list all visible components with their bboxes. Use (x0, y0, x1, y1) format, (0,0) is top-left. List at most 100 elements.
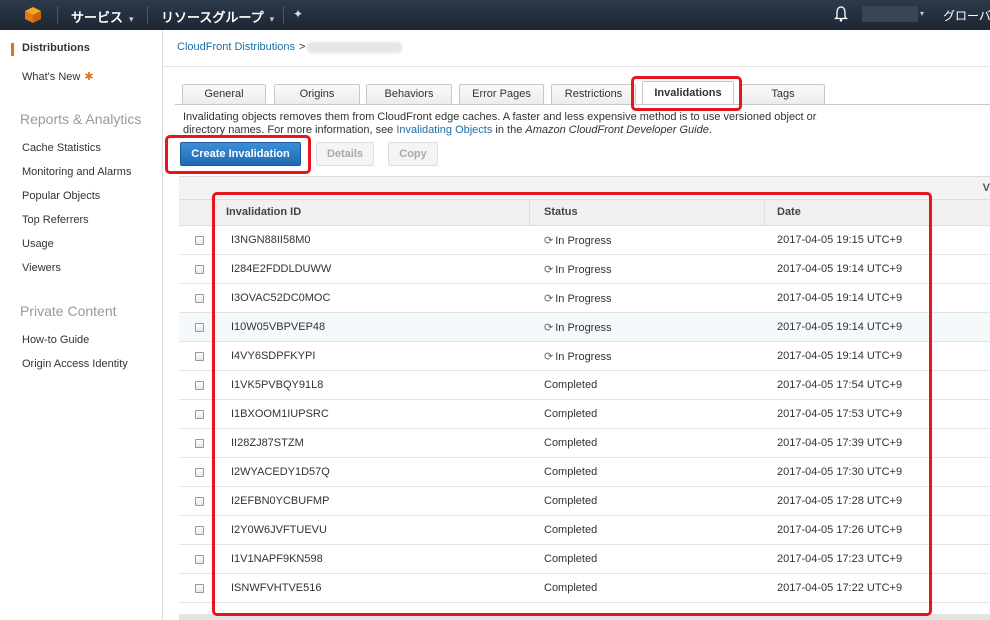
row-checkbox[interactable] (195, 323, 204, 332)
sidebar-item-usage[interactable]: Usage (22, 238, 54, 250)
date-cell: 2017-04-05 19:15 UTC+9 (777, 234, 903, 246)
row-checkbox[interactable] (195, 555, 204, 564)
sidebar-item-whats-new[interactable]: What's New ✱ (22, 70, 94, 83)
date-cell: 2017-04-05 17:54 UTC+9 (777, 379, 903, 391)
sidebar-item-how-to-guide[interactable]: How-to Guide (22, 334, 89, 346)
status-cell: ⟳ In Progress (544, 234, 611, 247)
breadcrumb-root-link[interactable]: CloudFront Distributions (177, 41, 295, 53)
invalidation-id[interactable]: I2EFBN0YCBUFMP (231, 495, 329, 507)
sidebar: Distributions What's New ✱ Reports & Anal… (0, 30, 163, 620)
tab-general[interactable]: General (182, 84, 266, 104)
services-label: サービス (71, 10, 124, 25)
new-star-icon: ✱ (84, 71, 94, 83)
services-menu[interactable]: サービス ▾ (71, 7, 134, 26)
row-checkbox[interactable] (195, 526, 204, 535)
column-header-invalidation-id[interactable]: Invalidation ID (226, 206, 301, 218)
column-header-date[interactable]: Date (777, 206, 801, 218)
row-checkbox[interactable] (195, 468, 204, 477)
aws-logo-icon[interactable] (24, 6, 42, 24)
nav-divider (147, 6, 148, 24)
status-text: Completed (544, 553, 598, 565)
invalidation-id[interactable]: I2Y0W6JVFTUEVU (231, 524, 327, 536)
sidebar-item-viewers[interactable]: Viewers (22, 262, 61, 274)
status-cell: Completed (544, 379, 597, 391)
sidebar-item-monitoring-alarms[interactable]: Monitoring and Alarms (22, 166, 131, 178)
sidebar-item-distributions[interactable]: Distributions (22, 42, 90, 54)
account-menu[interactable] (862, 6, 918, 22)
row-checkbox[interactable] (195, 410, 204, 419)
invalidation-id[interactable]: I1V1NAPF9KN598 (231, 553, 323, 565)
chevron-down-icon[interactable]: ▾ (920, 9, 924, 18)
tab-error-pages[interactable]: Error Pages (459, 84, 544, 104)
table-row[interactable]: I10W05VBPVEP48 ⟳ In Progress 2017-04-05 19:… (179, 313, 990, 342)
nav-divider (57, 6, 58, 24)
status-text: Completed (544, 466, 598, 478)
top-nav-bar: サービス ▾ リソースグループ ▾ ✦ ▾ グローバル (0, 0, 990, 30)
horizontal-scrollbar[interactable] (179, 614, 990, 620)
invalidation-id[interactable]: I284E2FDDLDUWW (231, 263, 331, 275)
row-checkbox[interactable] (195, 294, 204, 303)
table-toolbar: V (179, 176, 990, 200)
invalidation-id[interactable]: I3NGN88II58M0 (231, 234, 310, 246)
tab-behaviors[interactable]: Behaviors (366, 84, 452, 104)
date-cell: 2017-04-05 17:53 UTC+9 (777, 408, 903, 420)
invalidating-objects-link[interactable]: Invalidating Objects (396, 124, 492, 136)
invalidation-id[interactable]: II28ZJ87STZM (231, 437, 304, 449)
invalidation-id[interactable]: I1BXOOM1IUPSRC (231, 408, 329, 420)
date-cell: 2017-04-05 17:22 UTC+9 (777, 582, 903, 594)
row-checkbox[interactable] (195, 236, 204, 245)
invalidations-description: Invalidating objects removes them from C… (183, 111, 843, 137)
invalidation-id[interactable]: I3OVAC52DC0MOC (231, 292, 330, 304)
refresh-icon: ⟳ (544, 235, 554, 247)
table-row[interactable]: I3OVAC52DC0MOC ⟳ In Progress 2017-04-05 19:… (179, 284, 990, 313)
table-row[interactable]: I1VK5PVBQY91L8 Completed 2017-04-05 17:54 … (179, 371, 990, 400)
table-row[interactable]: I2EFBN0YCBUFMP Completed 2017-04-05 17:28 … (179, 487, 990, 516)
row-checkbox[interactable] (195, 584, 204, 593)
invalidation-id[interactable]: I10W05VBPVEP48 (231, 321, 325, 333)
status-text: Completed (544, 379, 598, 391)
sidebar-item-cache-statistics[interactable]: Cache Statistics (22, 142, 101, 154)
resource-groups-menu[interactable]: リソースグループ ▾ (161, 7, 274, 26)
tab-restrictions[interactable]: Restrictions (551, 84, 636, 104)
status-text: In Progress (555, 322, 612, 334)
invalidation-id[interactable]: ISNWFVHTVE516 (231, 582, 321, 594)
table-row[interactable]: I4VY6SDPFKYPI ⟳ In Progress 2017-04-05 19:1… (179, 342, 990, 371)
status-text: Completed (544, 524, 598, 536)
invalidation-id[interactable]: I1VK5PVBQY91L8 (231, 379, 323, 391)
sidebar-item-origin-access-identity[interactable]: Origin Access Identity (22, 358, 128, 370)
refresh-icon: ⟳ (544, 322, 554, 334)
invalidation-id[interactable]: I2WYACEDY1D57Q (231, 466, 330, 478)
tab-origins[interactable]: Origins (274, 84, 360, 104)
table-row[interactable]: I3NGN88II58M0 ⟳ In Progress 2017-04-05 19:1… (179, 226, 990, 255)
table-row[interactable]: I2Y0W6JVFTUEVU Completed 2017-04-05 17:26 … (179, 516, 990, 545)
row-checkbox[interactable] (195, 352, 204, 361)
table-row[interactable]: I284E2FDDLDUWW ⟳ In Progress 2017-04-05 19:… (179, 255, 990, 284)
table-row[interactable]: I2WYACEDY1D57Q Completed 2017-04-05 17:30 … (179, 458, 990, 487)
bell-icon[interactable] (834, 6, 848, 22)
create-invalidation-button[interactable]: Create Invalidation (180, 142, 301, 166)
row-checkbox[interactable] (195, 497, 204, 506)
sidebar-heading-reports: Reports & Analytics (20, 111, 142, 127)
refresh-icon: ⟳ (544, 293, 554, 305)
pin-icon[interactable]: ✦ (293, 7, 303, 21)
details-button[interactable]: Details (316, 142, 374, 166)
copy-button[interactable]: Copy (388, 142, 438, 166)
nav-divider (283, 6, 284, 24)
tab-tags[interactable]: Tags (741, 84, 825, 104)
region-menu[interactable]: グローバル (943, 7, 990, 24)
row-checkbox[interactable] (195, 265, 204, 274)
invalidation-id[interactable]: I4VY6SDPFKYPI (231, 350, 315, 362)
row-checkbox[interactable] (195, 439, 204, 448)
sidebar-item-top-referrers[interactable]: Top Referrers (22, 214, 89, 226)
date-cell: 2017-04-05 17:26 UTC+9 (777, 524, 903, 536)
status-text: In Progress (555, 293, 612, 305)
row-checkbox[interactable] (195, 381, 204, 390)
active-indicator (11, 43, 14, 56)
table-row[interactable]: I1BXOOM1IUPSRC Completed 2017-04-05 17:53 … (179, 400, 990, 429)
tab-invalidations[interactable]: Invalidations (642, 81, 734, 105)
table-row[interactable]: II28ZJ87STZM Completed 2017-04-05 17:39 UT… (179, 429, 990, 458)
sidebar-item-popular-objects[interactable]: Popular Objects (22, 190, 100, 202)
table-row[interactable]: I1V1NAPF9KN598 Completed 2017-04-05 17:23 … (179, 545, 990, 574)
table-row[interactable]: ISNWFVHTVE516 Completed 2017-04-05 17:22 U… (179, 574, 990, 603)
column-header-status[interactable]: Status (544, 206, 578, 218)
